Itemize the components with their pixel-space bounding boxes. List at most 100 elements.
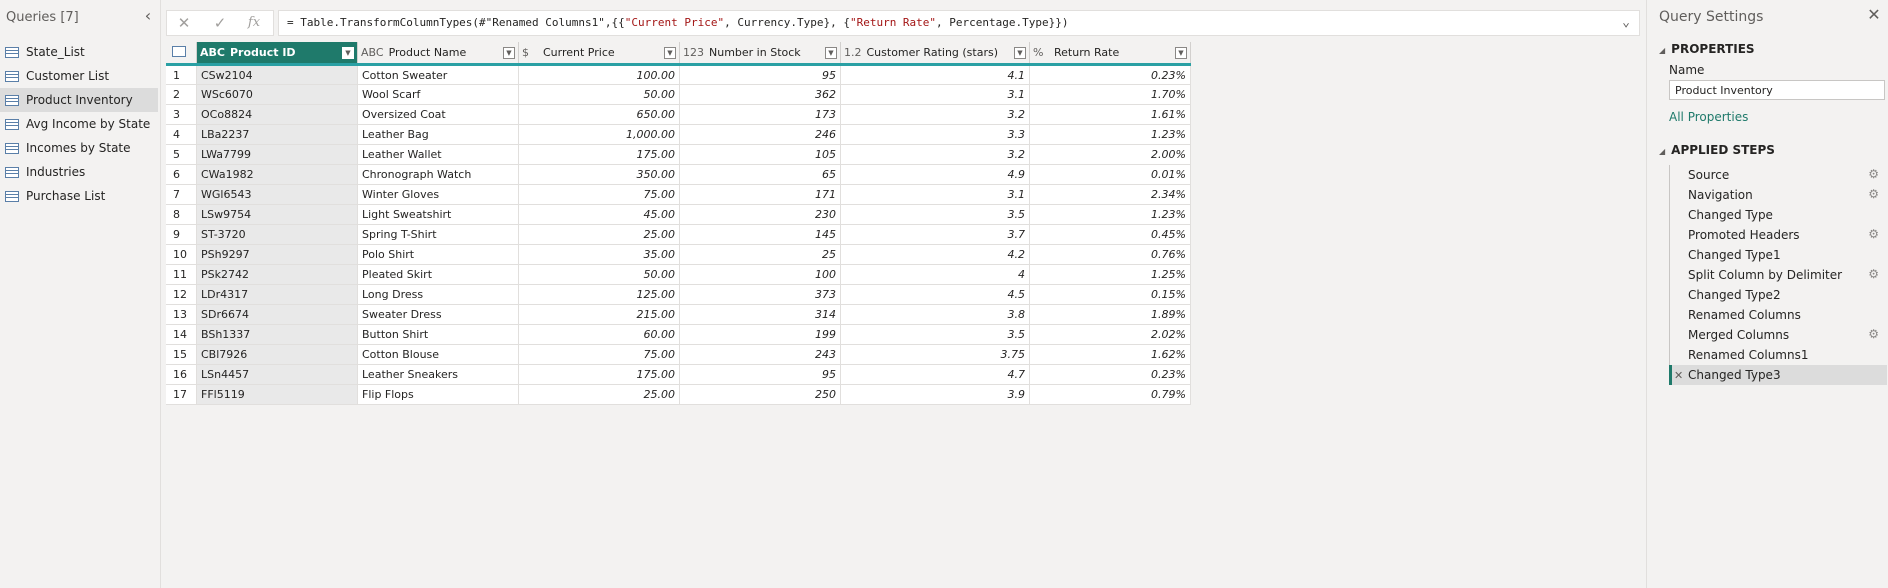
- cell-customer-rating-stars[interactable]: 4: [840, 264, 1030, 285]
- applied-step-changed-type1[interactable]: Changed Type1: [1669, 245, 1887, 265]
- cell-product-name[interactable]: Flip Flops: [357, 384, 519, 405]
- cell-return-rate[interactable]: 2.02%: [1029, 324, 1191, 345]
- table-row[interactable]: 14 BSh1337 Button Shirt 60.00 199 3.5 2.02%: [166, 324, 1191, 345]
- applied-step-merged-columns[interactable]: Merged Columns ⚙: [1669, 325, 1887, 345]
- cell-product-name[interactable]: Wool Scarf: [357, 84, 519, 105]
- cell-current-price[interactable]: 25.00: [518, 224, 680, 245]
- all-properties-link[interactable]: All Properties: [1669, 110, 1748, 124]
- cell-current-price[interactable]: 25.00: [518, 384, 680, 405]
- cell-return-rate[interactable]: 0.76%: [1029, 244, 1191, 265]
- table-row[interactable]: 12 LDr4317 Long Dress 125.00 373 4.5 0.15%: [166, 284, 1191, 305]
- applied-step-split-column-by-delimiter[interactable]: Split Column by Delimiter ⚙: [1669, 265, 1887, 285]
- gear-icon[interactable]: ⚙: [1868, 187, 1879, 201]
- cell-current-price[interactable]: 75.00: [518, 344, 680, 365]
- filter-dropdown-icon[interactable]: ▼: [825, 46, 837, 59]
- cell-return-rate[interactable]: 1.25%: [1029, 264, 1191, 285]
- cell-product-name[interactable]: Sweater Dress: [357, 304, 519, 325]
- cell-customer-rating-stars[interactable]: 3.1: [840, 84, 1030, 105]
- cell-customer-rating-stars[interactable]: 3.8: [840, 304, 1030, 325]
- cell-customer-rating-stars[interactable]: 4.9: [840, 164, 1030, 185]
- cell-customer-rating-stars[interactable]: 3.75: [840, 344, 1030, 365]
- cell-current-price[interactable]: 175.00: [518, 144, 680, 165]
- cell-product-id[interactable]: PSh9297: [196, 244, 358, 265]
- cell-customer-rating-stars[interactable]: 3.2: [840, 104, 1030, 125]
- cell-customer-rating-stars[interactable]: 3.5: [840, 324, 1030, 345]
- cell-product-id[interactable]: WSc6070: [196, 84, 358, 105]
- cell-return-rate[interactable]: 0.79%: [1029, 384, 1191, 405]
- collapse-left-icon[interactable]: ‹: [140, 6, 156, 26]
- applied-steps-section[interactable]: ◢ APPLIED STEPS: [1659, 143, 1775, 157]
- cell-return-rate[interactable]: 0.01%: [1029, 164, 1191, 185]
- table-row[interactable]: 11 PSk2742 Pleated Skirt 50.00 100 4 1.25%: [166, 264, 1191, 285]
- cell-number-in-stock[interactable]: 100: [679, 264, 841, 285]
- cell-number-in-stock[interactable]: 199: [679, 324, 841, 345]
- type-123-icon[interactable]: 123: [683, 46, 704, 59]
- query-item-state-list[interactable]: State_List: [0, 40, 158, 64]
- table-row[interactable]: 9 ST-3720 Spring T-Shirt 25.00 145 3.7 0.45%: [166, 224, 1191, 245]
- cell-current-price[interactable]: 650.00: [518, 104, 680, 125]
- cell-product-name[interactable]: Cotton Blouse: [357, 344, 519, 365]
- cell-current-price[interactable]: 125.00: [518, 284, 680, 305]
- column-header-product-id[interactable]: ABC Product ID ▼: [196, 42, 358, 66]
- applied-step-changed-type3[interactable]: ✕ Changed Type3: [1669, 365, 1887, 385]
- chevron-down-icon[interactable]: ⌄: [1617, 11, 1635, 35]
- cell-number-in-stock[interactable]: 246: [679, 124, 841, 145]
- cell-product-id[interactable]: CBl7926: [196, 344, 358, 365]
- query-item-product-inventory[interactable]: Product Inventory: [0, 88, 158, 112]
- query-item-incomes-by-state[interactable]: Incomes by State: [0, 136, 158, 160]
- cell-number-in-stock[interactable]: 25: [679, 244, 841, 265]
- gear-icon[interactable]: ⚙: [1868, 327, 1879, 341]
- table-row[interactable]: 16 LSn4457 Leather Sneakers 175.00 95 4.7 0.23…: [166, 364, 1191, 385]
- applied-step-renamed-columns1[interactable]: Renamed Columns1: [1669, 345, 1887, 365]
- table-row[interactable]: 8 LSw9754 Light Sweatshirt 45.00 230 3.5 1.23%: [166, 204, 1191, 225]
- fx-icon[interactable]: fx: [241, 13, 267, 33]
- table-row[interactable]: 15 CBl7926 Cotton Blouse 75.00 243 3.75 1.62%: [166, 344, 1191, 365]
- applied-step-navigation[interactable]: Navigation ⚙: [1669, 185, 1887, 205]
- table-row[interactable]: 6 CWa1982 Chronograph Watch 350.00 65 4.9 0.01…: [166, 164, 1191, 185]
- column-header-customer-rating-stars[interactable]: 1.2 Customer Rating (stars) ▼: [840, 42, 1030, 66]
- cell-return-rate[interactable]: 0.23%: [1029, 64, 1191, 85]
- cell-customer-rating-stars[interactable]: 4.5: [840, 284, 1030, 305]
- cell-customer-rating-stars[interactable]: 4.1: [840, 64, 1030, 85]
- cell-current-price[interactable]: 1,000.00: [518, 124, 680, 145]
- cell-customer-rating-stars[interactable]: 4.7: [840, 364, 1030, 385]
- applied-step-changed-type[interactable]: Changed Type: [1669, 205, 1887, 225]
- cell-return-rate[interactable]: 1.23%: [1029, 124, 1191, 145]
- cell-current-price[interactable]: 100.00: [518, 64, 680, 85]
- cell-customer-rating-stars[interactable]: 3.2: [840, 144, 1030, 165]
- table-row[interactable]: 10 PSh9297 Polo Shirt 35.00 25 4.2 0.76%: [166, 244, 1191, 265]
- query-item-purchase-list[interactable]: Purchase List: [0, 184, 158, 208]
- applied-step-promoted-headers[interactable]: Promoted Headers ⚙: [1669, 225, 1887, 245]
- cell-number-in-stock[interactable]: 314: [679, 304, 841, 325]
- query-item-industries[interactable]: Industries: [0, 160, 158, 184]
- cell-product-id[interactable]: LSn4457: [196, 364, 358, 385]
- cell-current-price[interactable]: 215.00: [518, 304, 680, 325]
- filter-dropdown-icon[interactable]: ▼: [1175, 46, 1187, 59]
- cell-product-id[interactable]: WGl6543: [196, 184, 358, 205]
- cell-product-name[interactable]: Chronograph Watch: [357, 164, 519, 185]
- cell-product-id[interactable]: LDr4317: [196, 284, 358, 305]
- cell-product-id[interactable]: CWa1982: [196, 164, 358, 185]
- cell-number-in-stock[interactable]: 65: [679, 164, 841, 185]
- cell-customer-rating-stars[interactable]: 3.7: [840, 224, 1030, 245]
- query-item-customer-list[interactable]: Customer List: [0, 64, 158, 88]
- cell-return-rate[interactable]: 1.62%: [1029, 344, 1191, 365]
- cell-product-name[interactable]: Oversized Coat: [357, 104, 519, 125]
- column-header-product-name[interactable]: ABC Product Name ▼: [357, 42, 519, 66]
- cell-return-rate[interactable]: 1.61%: [1029, 104, 1191, 125]
- cell-product-name[interactable]: Button Shirt: [357, 324, 519, 345]
- cell-product-id[interactable]: PSk2742: [196, 264, 358, 285]
- cell-number-in-stock[interactable]: 171: [679, 184, 841, 205]
- table-row[interactable]: 13 SDr6674 Sweater Dress 215.00 314 3.8 1.89%: [166, 304, 1191, 325]
- cell-customer-rating-stars[interactable]: 4.2: [840, 244, 1030, 265]
- cell-current-price[interactable]: 50.00: [518, 264, 680, 285]
- filter-dropdown-icon[interactable]: ▼: [342, 46, 354, 59]
- gear-icon[interactable]: ⚙: [1868, 267, 1879, 281]
- cell-product-id[interactable]: OCo8824: [196, 104, 358, 125]
- filter-dropdown-icon[interactable]: ▼: [664, 46, 676, 59]
- cell-product-name[interactable]: Polo Shirt: [357, 244, 519, 265]
- cell-product-name[interactable]: Leather Wallet: [357, 144, 519, 165]
- type-1-2-icon[interactable]: 1.2: [844, 46, 862, 59]
- filter-dropdown-icon[interactable]: ▼: [1014, 46, 1026, 59]
- cell-number-in-stock[interactable]: 105: [679, 144, 841, 165]
